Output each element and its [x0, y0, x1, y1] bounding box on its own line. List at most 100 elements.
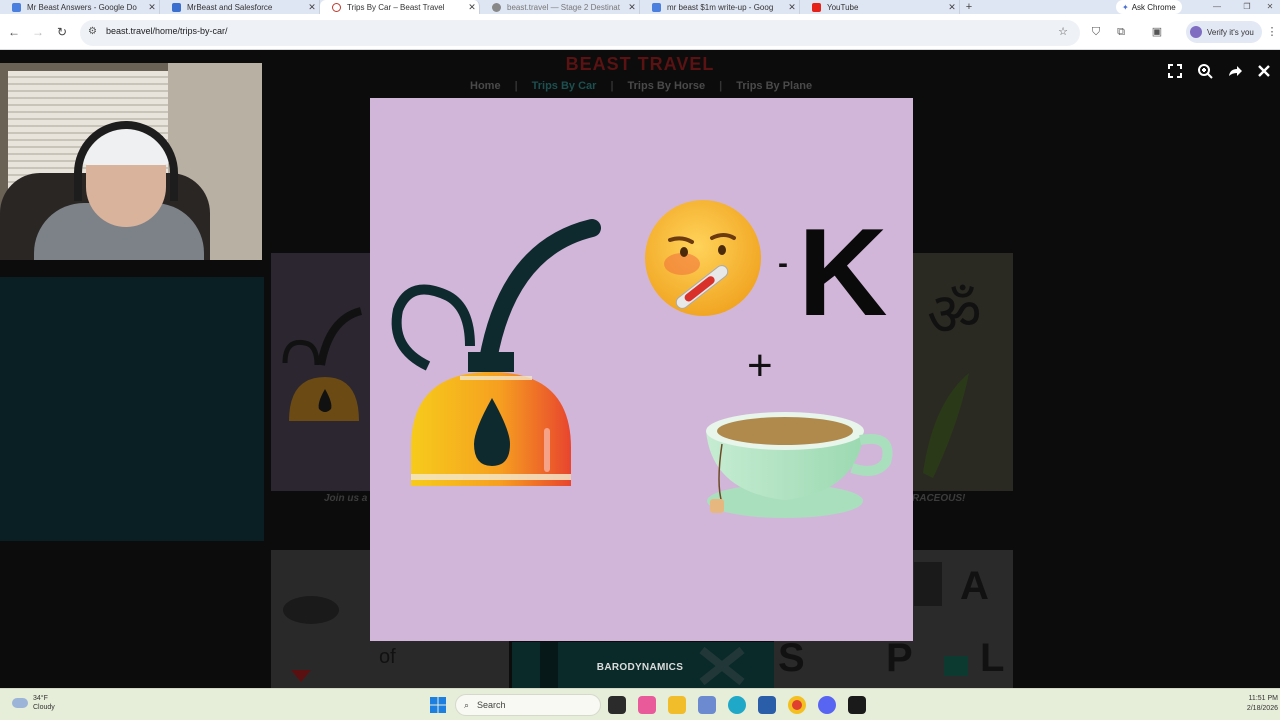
site-nav: Home | Trips By Car | Trips By Horse | T…	[470, 80, 812, 92]
tab-close-icon[interactable]: ✕	[945, 2, 959, 13]
tab-trips-by-car[interactable]: Trips By Car – Beast Travel ✕	[320, 0, 480, 14]
tab-close-icon[interactable]: ✕	[785, 2, 799, 13]
sparkle-icon: ✦	[1122, 2, 1129, 12]
tab-close-icon[interactable]: ✕	[625, 2, 639, 13]
back-button[interactable]: ←	[6, 24, 22, 40]
profile-verify-button[interactable]: Verify it's you	[1186, 21, 1262, 43]
site-icon	[332, 2, 341, 12]
puzzle-letter-k: K	[798, 204, 888, 342]
letter-a: A	[960, 564, 989, 608]
ask-chrome-label: Ask Chrome	[1131, 2, 1176, 12]
zoom-icon[interactable]	[1196, 62, 1214, 80]
clock-time: 11:51 PM	[1248, 695, 1278, 702]
nav-trips-by-car[interactable]: Trips By Car	[532, 80, 597, 92]
edge-icon[interactable]	[728, 696, 746, 714]
reload-button[interactable]: ↻	[54, 24, 70, 40]
tab-mrbeast-salesforce[interactable]: MrBeast and Salesforce ✕	[160, 0, 320, 14]
youtube-icon	[812, 2, 821, 12]
clock-date: 2/18/2026	[1246, 705, 1278, 712]
close-icon[interactable]	[1255, 62, 1273, 80]
puzzle-minus: -	[778, 247, 788, 280]
caption-left: Join us a	[324, 493, 368, 504]
nav-trips-by-plane[interactable]: Trips By Plane	[736, 80, 812, 92]
left-panel	[0, 277, 264, 541]
tab-label: Mr Beast Answers - Google Do	[27, 2, 137, 12]
tab-mr-beast-answers[interactable]: Mr Beast Answers - Google Do ✕	[0, 0, 160, 14]
weather-widget[interactable]: 34°F Cloudy	[12, 694, 55, 712]
discord-icon[interactable]	[818, 696, 836, 714]
google-docs-icon	[652, 2, 661, 12]
lightbox-image[interactable]: - K +	[370, 98, 913, 641]
sidepanel-icon[interactable]: ▣	[1149, 24, 1165, 40]
shield-icon[interactable]: ⛉	[1088, 24, 1104, 40]
menu-icon[interactable]: ⋮	[1264, 24, 1280, 40]
nav-trips-by-horse[interactable]: Trips By Horse	[628, 80, 706, 92]
windows-taskbar: 34°F Cloudy ⌕ Search 11:51 PM 2/18/2026	[0, 688, 1280, 720]
oil-can-icon	[391, 219, 601, 486]
nav-separator: |	[719, 80, 723, 92]
tab-mr-beast-writeup[interactable]: mr beast $1m write-up - Goog ✕	[640, 0, 800, 14]
cloud-icon	[12, 698, 28, 708]
file-explorer-icon[interactable]	[668, 696, 686, 714]
search-icon: ⌕	[464, 699, 470, 710]
tab-label: mr beast $1m write-up - Goog	[667, 2, 774, 12]
address-bar[interactable]: ⚙ beast.travel/home/trips-by-car/	[80, 20, 1080, 46]
tab-close-icon[interactable]: ✕	[305, 2, 319, 13]
verify-label: Verify it's you	[1207, 27, 1254, 37]
task-view-icon[interactable]	[608, 696, 626, 714]
web-page: BEAST TRAVEL Home | Trips By Car | Trips…	[0, 50, 1280, 688]
copilot-icon[interactable]	[638, 696, 656, 714]
weather-condition: Cloudy	[33, 704, 55, 711]
puzzle-illustration: - K +	[391, 200, 893, 518]
letter-l: L	[980, 636, 1005, 680]
salesforce-icon	[172, 2, 181, 12]
windows-start-icon[interactable]	[430, 697, 446, 713]
puzzle-plus: +	[747, 341, 773, 390]
forward-button[interactable]: →	[30, 24, 46, 40]
puzzle-card-right[interactable]: ॐ	[913, 253, 1013, 491]
tab-beast-travel-stage2[interactable]: beast.travel — Stage 2 Destinat ✕	[480, 0, 640, 14]
snipping-tool-icon[interactable]	[698, 696, 716, 714]
site-info-icon[interactable]: ⚙	[88, 26, 97, 37]
share-icon[interactable]	[1226, 62, 1244, 80]
browser-toolbar: ← → ↻ ⚙ beast.travel/home/trips-by-car/ …	[0, 14, 1280, 50]
browser-tab-strip: Mr Beast Answers - Google Do ✕ MrBeast a…	[0, 0, 1280, 14]
ask-chrome-button[interactable]: ✦ Ask Chrome	[1116, 0, 1182, 14]
nav-home[interactable]: Home	[470, 80, 501, 92]
tab-label: beast.travel — Stage 2 Destinat	[507, 2, 620, 12]
avatar	[1190, 26, 1202, 38]
viewer-brand: BARODYNAMICS	[596, 662, 684, 673]
restore-window-button[interactable]: ❐	[1232, 0, 1262, 14]
tab-youtube[interactable]: YouTube ✕	[800, 0, 960, 14]
thermometer-face-emoji	[645, 200, 761, 316]
search-placeholder: Search	[477, 700, 506, 710]
system-clock[interactable]: 11:51 PM 2/18/2026	[1236, 694, 1278, 714]
tab-label: MrBeast and Salesforce	[187, 2, 273, 12]
globe-icon	[492, 2, 501, 12]
letter-p: P	[886, 636, 913, 680]
tab-close-icon[interactable]: ✕	[465, 2, 479, 13]
oil-can-thumbnail	[282, 307, 363, 421]
tab-label: Trips By Car – Beast Travel	[347, 2, 445, 12]
terminal-icon[interactable]	[848, 696, 866, 714]
tea-cup-emoji	[706, 412, 893, 518]
tab-label: YouTube	[827, 2, 859, 12]
minimize-window-button[interactable]: —	[1202, 0, 1232, 14]
close-window-button[interactable]: ✕	[1260, 0, 1280, 14]
new-tab-button[interactable]: +	[960, 0, 978, 14]
bookmark-star-icon[interactable]: ☆	[1055, 24, 1071, 40]
extensions-icon[interactable]: ⧉	[1113, 24, 1129, 40]
letter-s: S	[778, 636, 805, 680]
store-icon[interactable]	[758, 696, 776, 714]
fullscreen-icon[interactable]	[1166, 62, 1184, 80]
tab-close-icon[interactable]: ✕	[145, 2, 159, 13]
url-text: beast.travel/home/trips-by-car/	[106, 26, 228, 36]
webcam-feed	[0, 63, 262, 260]
taskbar-search[interactable]: ⌕ Search	[455, 694, 601, 716]
google-docs-icon	[12, 2, 21, 12]
nav-separator: |	[610, 80, 614, 92]
nav-separator: |	[514, 80, 518, 92]
chrome-icon[interactable]	[788, 696, 806, 714]
puzzle-card-left[interactable]	[271, 253, 371, 491]
pea-pod-icon	[923, 373, 969, 478]
